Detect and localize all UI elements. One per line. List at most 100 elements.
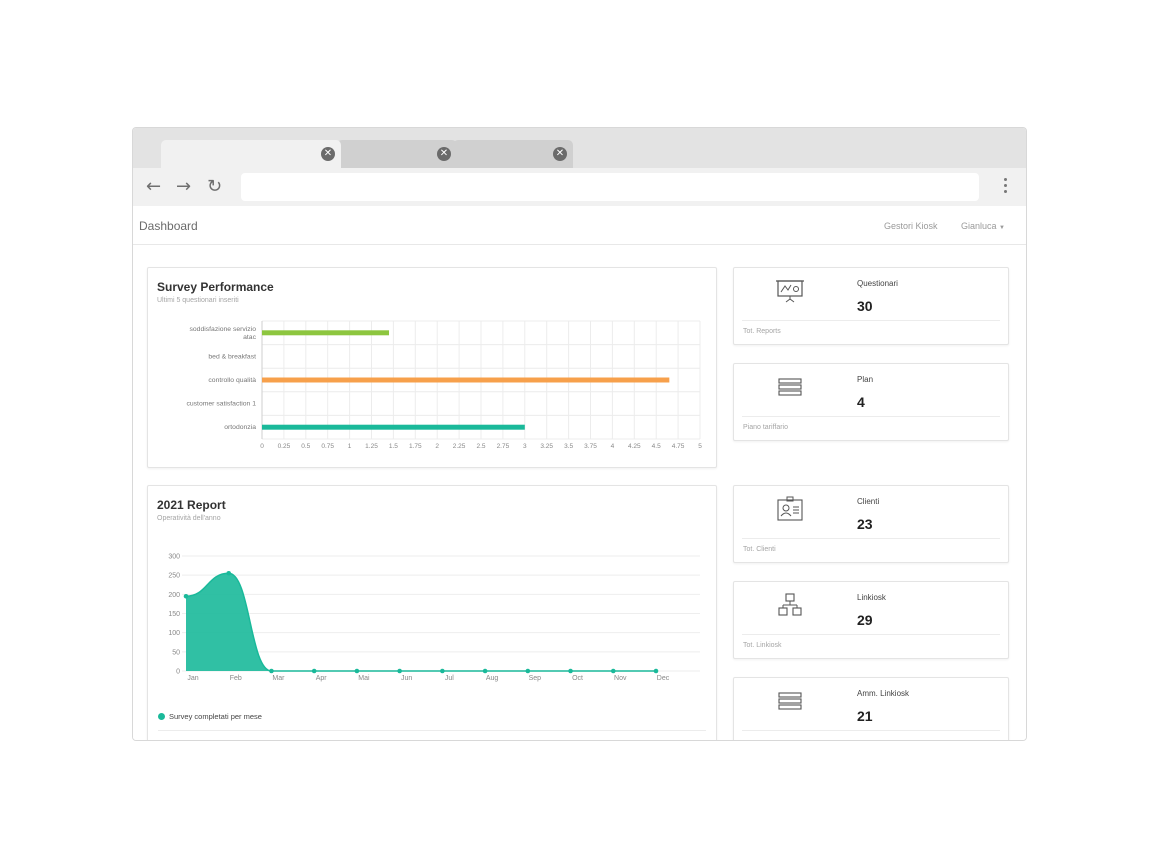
x-tick-label: 4.25 — [628, 443, 641, 450]
report-card: 2021 Report Operatività dell'anno 0 50 100… — [147, 485, 717, 740]
y-tick-label: 50 — [172, 649, 180, 656]
stack-list-icon — [776, 374, 804, 400]
x-tick-label: Nov — [614, 675, 627, 682]
x-tick-label: 1.75 — [409, 443, 422, 450]
x-tick-label: Jun — [401, 675, 412, 682]
y-tick-label: 300 — [168, 554, 180, 561]
stat-card-clienti[interactable]: Clienti 23 Tot. Clienti — [733, 485, 1009, 563]
y-tick-label: 100 — [168, 630, 180, 637]
id-card-icon — [776, 496, 804, 522]
x-tick-label: 4.75 — [672, 443, 685, 450]
data-point — [354, 668, 360, 674]
stat-card-questionari[interactable]: Questionari 30 Tot. Reports — [733, 267, 1009, 345]
survey-performance-card: Survey Performance Ultimi 5 questionari … — [147, 267, 717, 468]
chart-legend[interactable]: Survey completati per mese — [158, 712, 262, 721]
presentation-board-icon — [776, 278, 804, 304]
stat-divider — [742, 416, 1000, 417]
bar — [262, 377, 670, 383]
x-tick-label: 1 — [348, 443, 352, 450]
y-tick-label: 150 — [168, 611, 180, 618]
x-tick-label: 3.5 — [564, 443, 573, 450]
x-tick-label: 2.25 — [453, 443, 466, 450]
x-tick-label: 3 — [523, 443, 527, 450]
browser-tab-3[interactable]: ✕ — [453, 140, 573, 168]
close-tab-icon[interactable]: ✕ — [553, 147, 567, 161]
stat-label: Linkiosk — [857, 593, 886, 602]
browser-tab-1[interactable]: ✕ — [161, 140, 341, 168]
x-tick-label: Jan — [187, 675, 198, 682]
data-point — [482, 668, 488, 674]
x-tick-label: 3.25 — [540, 443, 553, 450]
stat-divider — [742, 538, 1000, 539]
user-name: Gianluca — [961, 221, 997, 231]
x-tick-label: 4.5 — [652, 443, 661, 450]
stat-divider — [742, 730, 1000, 731]
y-tick-label: bed & breakfast — [208, 353, 256, 360]
stat-card-plan[interactable]: Plan 4 Piano tariffario — [733, 363, 1009, 441]
back-arrow-icon[interactable]: ← — [146, 177, 161, 197]
bar — [262, 424, 525, 430]
x-tick-label: Aug — [486, 675, 499, 682]
stat-divider — [742, 634, 1000, 635]
nav-link-gestori-kiosk[interactable]: Gestori Kiosk — [884, 221, 938, 231]
y-tick-label: 0 — [176, 669, 180, 676]
close-tab-icon[interactable]: ✕ — [321, 147, 335, 161]
stat-footer: Piano tariffario — [743, 424, 789, 431]
data-point — [610, 668, 616, 674]
x-tick-label: Mai — [358, 675, 370, 682]
x-tick-label: Mar — [272, 675, 285, 682]
data-point — [269, 668, 274, 674]
data-point — [226, 570, 232, 576]
x-tick-label: Feb — [230, 675, 242, 682]
x-tick-label: 1.25 — [365, 443, 378, 450]
stat-label: Questionari — [857, 279, 898, 288]
data-point — [397, 668, 402, 674]
y-tick-label: soddisfazione servizio — [190, 326, 257, 333]
stat-divider — [742, 320, 1000, 321]
legend-label: Survey completati per mese — [169, 712, 262, 721]
dashboard-content: Survey Performance Ultimi 5 questionari … — [133, 246, 1026, 740]
series-area — [186, 573, 656, 671]
stat-label: Plan — [857, 375, 874, 384]
x-tick-label: Oct — [572, 675, 583, 682]
x-tick-label: 0.75 — [321, 443, 334, 450]
stat-value: 4 — [857, 394, 865, 410]
caret-down-icon: ▼ — [999, 225, 1005, 231]
x-tick-label: 0.5 — [301, 443, 310, 450]
data-point — [653, 668, 659, 674]
kebab-menu-icon[interactable] — [1004, 178, 1008, 196]
x-tick-label: 2.75 — [497, 443, 510, 450]
browser-toolbar: ← → ↻ — [133, 168, 1026, 206]
browser-tab-2[interactable]: ✕ — [337, 140, 457, 168]
x-tick-label: Sep — [529, 675, 542, 682]
navbar-brand[interactable]: Dashboard — [139, 219, 198, 233]
x-tick-label: 0.25 — [278, 443, 291, 450]
x-tick-label: Jul — [445, 675, 454, 682]
stack-list-icon — [776, 688, 804, 714]
y-tick-label: 200 — [168, 592, 180, 599]
y-tick-label: 250 — [168, 573, 180, 580]
y-tick-label: ortodonzia — [224, 424, 256, 431]
x-tick-label: 1.5 — [389, 443, 398, 450]
x-tick-label: 0 — [260, 443, 264, 450]
x-tick-label: Dec — [657, 675, 670, 682]
report-area-chart: 0 50 100 150 200 250 300 Jan Feb Mar Apr Mai Jun Jul A… — [168, 554, 700, 682]
network-icon — [776, 592, 804, 618]
forward-arrow-icon[interactable]: → — [176, 177, 191, 197]
stat-footer: Tot. Linkiosk — [743, 642, 782, 649]
x-tick-label: 2.5 — [476, 443, 485, 450]
x-tick-label: 4 — [611, 443, 615, 450]
stat-footer: Tot. Clienti — [743, 546, 776, 553]
x-tick-label: 2 — [435, 443, 439, 450]
y-tick-label: atac — [243, 334, 256, 341]
x-tick-label: 3.75 — [584, 443, 597, 450]
close-tab-icon[interactable]: ✕ — [437, 147, 451, 161]
user-menu[interactable]: Gianluca ▼ — [961, 221, 1005, 231]
stat-card-linkiosk[interactable]: Linkiosk 29 Tot. Linkiosk — [733, 581, 1009, 659]
stat-card-amm-linkiosk[interactable]: Amm. Linkiosk 21 — [733, 677, 1009, 740]
stat-value: 21 — [857, 708, 873, 724]
legend-swatch — [158, 713, 165, 720]
address-bar[interactable] — [241, 173, 979, 201]
reload-icon[interactable]: ↻ — [207, 177, 222, 197]
card-divider — [158, 730, 706, 731]
